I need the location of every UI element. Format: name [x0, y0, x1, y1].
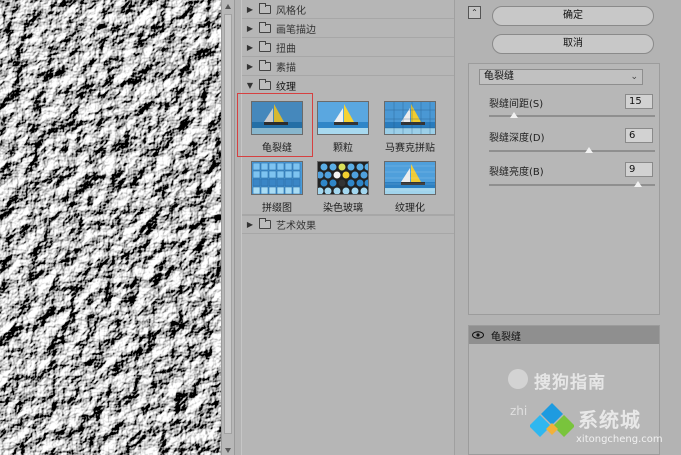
triangle-down-icon[interactable]: ▼ [245, 81, 255, 90]
watermark-url: xitongcheng.com [576, 434, 663, 445]
crack-spacing-input[interactable]: 15 [625, 94, 653, 109]
selected-filter-highlight [237, 93, 313, 157]
category-brush-strokes[interactable]: ▶ 画笔描边 [242, 19, 454, 38]
category-label: 纹理 [276, 82, 296, 93]
category-distort[interactable]: ▶ 扭曲 [242, 38, 454, 57]
patchwork-thumbnail [251, 161, 303, 195]
effect-layer-name: 龟裂缝 [491, 331, 521, 343]
eye-icon[interactable] [469, 329, 487, 342]
category-artistic[interactable]: ▶ 艺术效果 [242, 215, 454, 234]
triangle-right-icon[interactable]: ▶ [245, 220, 255, 229]
crack-brightness-label: 裂缝亮度(B) [489, 167, 544, 178]
filter-thumb-label: 颗粒 [333, 143, 353, 154]
triangle-right-icon[interactable]: ▶ [245, 62, 255, 71]
craquelure-preview-image [0, 0, 221, 455]
filter-type-select[interactable]: 龟裂缝 ⌄ [479, 69, 643, 85]
category-sketch[interactable]: ▶ 素描 [242, 57, 454, 76]
crack-spacing-slider[interactable] [489, 112, 655, 118]
filter-preview-canvas[interactable] [0, 0, 221, 455]
filter-gallery-tree: ▶ 风格化 ▶ 画笔描边 ▶ 扭曲 ▶ 素描 ▼ 纹理 龟裂缝 颗粒 马赛克拼贴… [237, 0, 455, 455]
category-label: 扭曲 [276, 43, 296, 55]
texture-filter-thumbnails: 龟裂缝 颗粒 马赛克拼贴 拼缀图 染色玻璃 纹理化 [237, 93, 454, 215]
triangle-right-icon[interactable]: ▶ [245, 5, 255, 14]
scrollbar-thumb[interactable] [224, 14, 232, 434]
filter-thumb-texturizer[interactable]: 纹理化 [382, 161, 438, 214]
scroll-down-icon[interactable] [224, 444, 232, 453]
effect-layer-row[interactable]: 龟裂缝 [469, 326, 659, 344]
crack-depth-input[interactable]: 6 [625, 128, 653, 143]
filter-thumb-mosaic-tiles[interactable]: 马赛克拼贴 [382, 101, 438, 154]
filter-parameters: 龟裂缝 ⌄ 裂缝间距(S) 15 裂缝深度(D) 6 裂缝亮度(B) 9 [468, 63, 660, 315]
crack-spacing-label: 裂缝间距(S) [489, 99, 544, 110]
crack-brightness-input[interactable]: 9 [625, 162, 653, 177]
crack-brightness-slider[interactable] [489, 181, 655, 187]
filter-thumb-stained-glass[interactable]: 染色玻璃 [315, 161, 371, 214]
grain-thumbnail [317, 101, 369, 135]
triangle-right-icon[interactable]: ▶ [245, 43, 255, 52]
watermark-site-prefix: zhi [510, 404, 528, 418]
scroll-up-icon[interactable] [224, 1, 232, 9]
preview-scrollbar[interactable] [221, 0, 235, 455]
category-label: 艺术效果 [276, 221, 316, 232]
stained-glass-thumbnail [317, 161, 369, 195]
folder-icon [259, 21, 271, 33]
crack-depth-slider[interactable] [489, 147, 655, 153]
folder-open-icon [259, 79, 271, 90]
filter-thumb-label: 马赛克拼贴 [385, 143, 435, 154]
triangle-right-icon[interactable]: ▶ [245, 24, 255, 33]
sogou-logo-icon [508, 369, 528, 389]
watermark: 搜狗指南 zhi 系统城 xitongcheng.com [498, 366, 681, 455]
chevron-down-icon: ⌄ [630, 72, 638, 82]
category-label: 风格化 [276, 5, 306, 17]
folder-icon [259, 218, 271, 229]
texturizer-thumbnail [384, 161, 436, 195]
filter-thumb-grain[interactable]: 颗粒 [315, 101, 371, 154]
slider-knob[interactable] [509, 112, 518, 118]
double-chevron-up-icon[interactable]: ⌃ [468, 6, 481, 19]
folder-icon [259, 59, 271, 71]
filter-thumb-craquelure[interactable]: 龟裂缝 [237, 93, 313, 157]
folder-icon [259, 40, 271, 52]
category-stylize[interactable]: ▶ 风格化 [242, 0, 454, 19]
xitongcheng-logo-icon [529, 403, 575, 440]
slider-knob[interactable] [634, 181, 643, 187]
filter-type-value: 龟裂缝 [484, 71, 514, 82]
filter-thumb-label: 染色玻璃 [323, 203, 363, 214]
filter-thumb-patchwork[interactable]: 拼缀图 [249, 161, 305, 214]
slider-knob[interactable] [584, 147, 593, 153]
category-label: 素描 [276, 62, 296, 74]
filter-thumb-label: 纹理化 [395, 203, 425, 214]
filter-thumb-label: 拼缀图 [262, 203, 292, 214]
folder-icon [259, 2, 271, 14]
crack-depth-label: 裂缝深度(D) [489, 133, 545, 144]
mosaic-tiles-thumbnail [384, 101, 436, 135]
ok-button[interactable]: 确定 [492, 6, 654, 26]
watermark-brand: 搜狗指南 [534, 373, 606, 393]
category-label: 画笔描边 [276, 24, 316, 36]
watermark-site-name: 系统城 [578, 408, 641, 432]
cancel-button[interactable]: 取消 [492, 34, 654, 54]
